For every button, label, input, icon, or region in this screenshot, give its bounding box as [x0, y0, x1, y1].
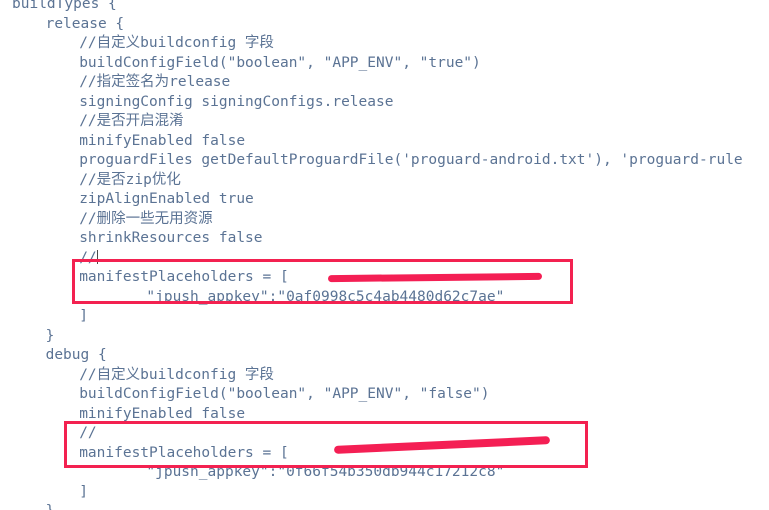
code-line: //是否zip优化 [79, 171, 181, 188]
code-line: minifyEnabled false [79, 132, 246, 149]
code-line: manifestPlaceholders = [ [79, 269, 289, 285]
code-line: manifestPlaceholders = [ [79, 444, 289, 461]
code-editor-surface[interactable]: buildTypes { release { //自定义buildconfig 字段… [0, 0, 769, 510]
code-line: //删除一些无用资源 [79, 210, 213, 227]
code-line: release { [45, 15, 125, 32]
code-line: //指定签名为release [79, 74, 231, 90]
code-screenshot: buildTypes { release { //自定义buildconfig 字段… [0, 0, 769, 510]
code-line: minifyEnabled false [79, 405, 246, 422]
code-line: } [0, 502, 55, 510]
code-line: buildConfigField("boolean", "APP_ENV", "… [79, 386, 490, 402]
code-line: // [79, 425, 97, 441]
code-line: buildConfigField("boolean", "APP_ENV", "… [79, 54, 481, 71]
code-line: debug { [45, 347, 107, 363]
text-caret [96, 249, 98, 264]
code-line: //是否开启混淆 [79, 113, 184, 129]
code-line: //自定义buildconfig 字段 [79, 366, 274, 383]
code-line: ] [79, 308, 88, 324]
code-line: // [79, 249, 98, 266]
code-line: "jpush_appkey":"0af0998c5c4ab4480d62c7ae… [146, 288, 505, 305]
code-line: } [45, 327, 55, 344]
code-line: proguardFiles getDefaultProguardFile('pr… [79, 152, 743, 168]
code-line: buildTypes { [12, 0, 117, 12]
code-line: signingConfig signingConfigs.release [79, 93, 394, 110]
code-line: zipAlignEnabled true [79, 191, 254, 207]
code-line: "jpush_appkey":"0f66f54b350db944c17212c8… [146, 464, 505, 480]
code-line: shrinkResources false [79, 230, 263, 246]
code-line: //自定义buildconfig 字段 [79, 35, 274, 51]
code-line: ] [79, 483, 88, 500]
